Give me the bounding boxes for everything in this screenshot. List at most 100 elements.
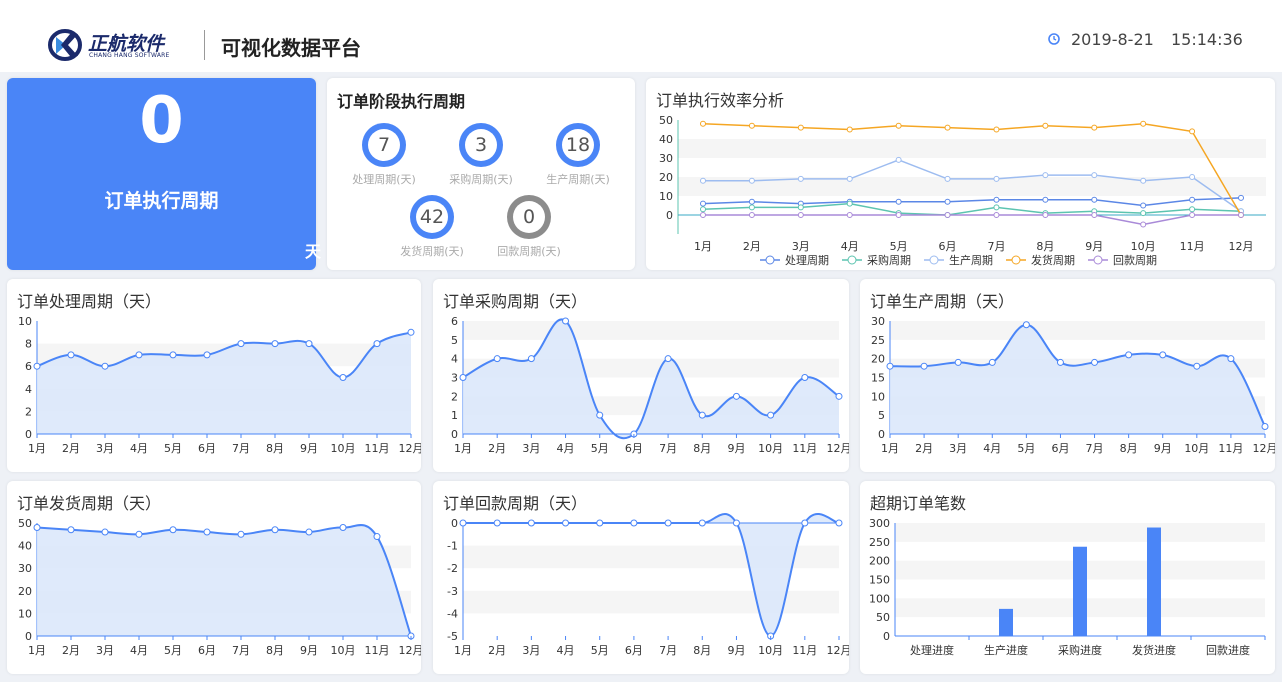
- data-point: [944, 212, 951, 218]
- data-point: [835, 392, 843, 400]
- y-tick-label: 0: [25, 630, 32, 643]
- y-tick-label: -1: [447, 540, 458, 553]
- current-time: 15:14:36: [1171, 30, 1243, 49]
- data-point: [732, 392, 740, 400]
- legend-marker: [765, 255, 775, 265]
- y-tick-label: 40: [18, 540, 32, 553]
- data-point: [895, 212, 902, 218]
- legend-marker: [1011, 255, 1021, 265]
- bar: [1073, 546, 1087, 636]
- y-tick-label: 300: [869, 517, 890, 530]
- processing-area-chart[interactable]: 0 2 4 6 8 10 1月 2月 3月 4月 5月 6月 7月 8月 9月 10月 11月 12月: [7, 279, 421, 472]
- data-point: [1140, 210, 1147, 217]
- x-tick-label: 生产进度: [984, 643, 1028, 657]
- data-point: [67, 351, 75, 359]
- data-point: [993, 126, 1000, 133]
- overdue-bar-chart[interactable]: 0 50 100 150 200 250 300 处理进度 生产进度 采购进度 发货进度 回款进度: [860, 481, 1275, 674]
- stage-value: 7: [368, 129, 400, 161]
- y-tick-label: 0: [883, 630, 890, 643]
- data-point: [664, 519, 672, 527]
- x-tick-label: 1月: [28, 644, 46, 657]
- production-area-chart[interactable]: 0 5 10 15 20 25 30 1月 2月 3月 4月 5月 6月 7月 8月 9月 10月 11月 12月: [860, 279, 1275, 472]
- data-point: [700, 206, 706, 213]
- data-point: [1091, 124, 1098, 131]
- data-point: [407, 328, 415, 336]
- stage-ring-purchase[interactable]: 3: [459, 123, 503, 167]
- x-tick-label: 2月: [488, 644, 506, 657]
- shipping-area-chart[interactable]: 0 10 20 30 40 50 1月 2月 3月 4月 5月 6月 7月 8月 9月 10月 11月 12月: [7, 481, 421, 674]
- data-point: [835, 519, 843, 527]
- data-point: [67, 526, 75, 534]
- x-tick-label: 10月: [331, 442, 356, 455]
- x-tick-label: 2月: [488, 442, 506, 455]
- x-tick-label: 处理进度: [910, 643, 954, 657]
- stage-label: 处理周期(天): [352, 173, 416, 186]
- legend-label: 发货周期: [1031, 253, 1075, 267]
- x-tick-label: 4月: [557, 644, 575, 657]
- data-point: [767, 411, 775, 419]
- data-point: [237, 530, 245, 538]
- x-tick-label: 12月: [399, 644, 422, 657]
- x-tick-label: 9月: [727, 442, 745, 455]
- data-point: [459, 519, 467, 527]
- data-point: [988, 358, 996, 366]
- stage-cycle-panel: 订单阶段执行周期 7 处理周期(天) 3 采购周期(天) 18 生产周期(天) …: [327, 78, 635, 270]
- data-point: [1091, 358, 1099, 366]
- x-tick-label: 2月: [62, 442, 80, 455]
- efficiency-line-chart[interactable]: 0 10 20 30 40 50 1月 2月 3月 4月 5月 6月 7月 8月 9月 10月 11月 12月处理…: [646, 78, 1275, 270]
- x-tick-label: 回款进度: [1206, 643, 1250, 657]
- data-point: [846, 126, 853, 133]
- data-point: [895, 156, 902, 163]
- x-tick-label: 4月: [130, 644, 148, 657]
- data-point: [305, 528, 313, 536]
- data-point: [1227, 355, 1235, 363]
- series-line: [702, 197, 1242, 207]
- stage-ring-payment[interactable]: 0: [507, 195, 551, 239]
- data-point: [135, 351, 143, 359]
- data-point: [1140, 177, 1147, 184]
- data-point: [33, 362, 41, 370]
- data-point: [1193, 362, 1201, 370]
- stage-ring-processing[interactable]: 7: [362, 123, 406, 167]
- data-point: [954, 358, 962, 366]
- x-tick-label: 5月: [164, 442, 182, 455]
- data-point: [203, 351, 211, 359]
- bar: [1147, 527, 1161, 636]
- data-point: [748, 204, 755, 211]
- x-tick-label: 8月: [1036, 240, 1054, 253]
- data-point: [373, 533, 381, 541]
- data-point: [493, 519, 501, 527]
- stage-ring-shipping[interactable]: 42: [410, 195, 454, 239]
- data-point: [732, 519, 740, 527]
- data-point: [630, 519, 638, 527]
- data-point: [944, 198, 951, 205]
- y-tick-label: -3: [447, 585, 458, 598]
- x-tick-label: 12月: [1229, 240, 1254, 253]
- x-tick-label: 8月: [693, 442, 711, 455]
- series-line: [703, 214, 1241, 226]
- grid-band: [463, 321, 839, 340]
- y-tick-label: 8: [25, 338, 32, 351]
- data-point: [895, 198, 902, 205]
- y-tick-label: 50: [659, 114, 673, 127]
- data-point: [748, 177, 755, 184]
- data-point: [797, 212, 804, 218]
- y-tick-label: 0: [451, 517, 458, 530]
- x-tick-label: 7月: [232, 442, 250, 455]
- data-point: [1022, 321, 1030, 329]
- legend-marker: [847, 255, 857, 265]
- purchase-cycle-panel: 订单采购周期（天） 0 1 2 3 4 5 6 1月 2月 3月 4月 5月 6月 7月 8月 9月 10月 11…: [433, 279, 849, 472]
- data-point: [271, 340, 279, 348]
- x-tick-label: 12月: [827, 644, 850, 657]
- x-tick-label: 11月: [1218, 442, 1243, 455]
- order-cycle-summary: 0 订单执行周期 天: [7, 78, 321, 270]
- x-tick-label: 8月: [266, 644, 284, 657]
- series-area: [890, 324, 1265, 434]
- data-point: [1189, 174, 1196, 180]
- stage-ring-production[interactable]: 18: [556, 123, 600, 167]
- data-point: [373, 340, 381, 348]
- data-point: [135, 530, 143, 538]
- current-date: 2019-8-21: [1071, 30, 1154, 49]
- purchase-area-chart[interactable]: 0 1 2 3 4 5 6 1月 2月 3月 4月 5月 6月 7月 8月 9月 10月 11月 12月: [433, 279, 849, 472]
- payment-area-chart[interactable]: -5 -4 -3 -2 -1 0 1月 2月 3月 4月 5月 6月 7月 8月 9月 10月 11月 12月: [433, 481, 849, 674]
